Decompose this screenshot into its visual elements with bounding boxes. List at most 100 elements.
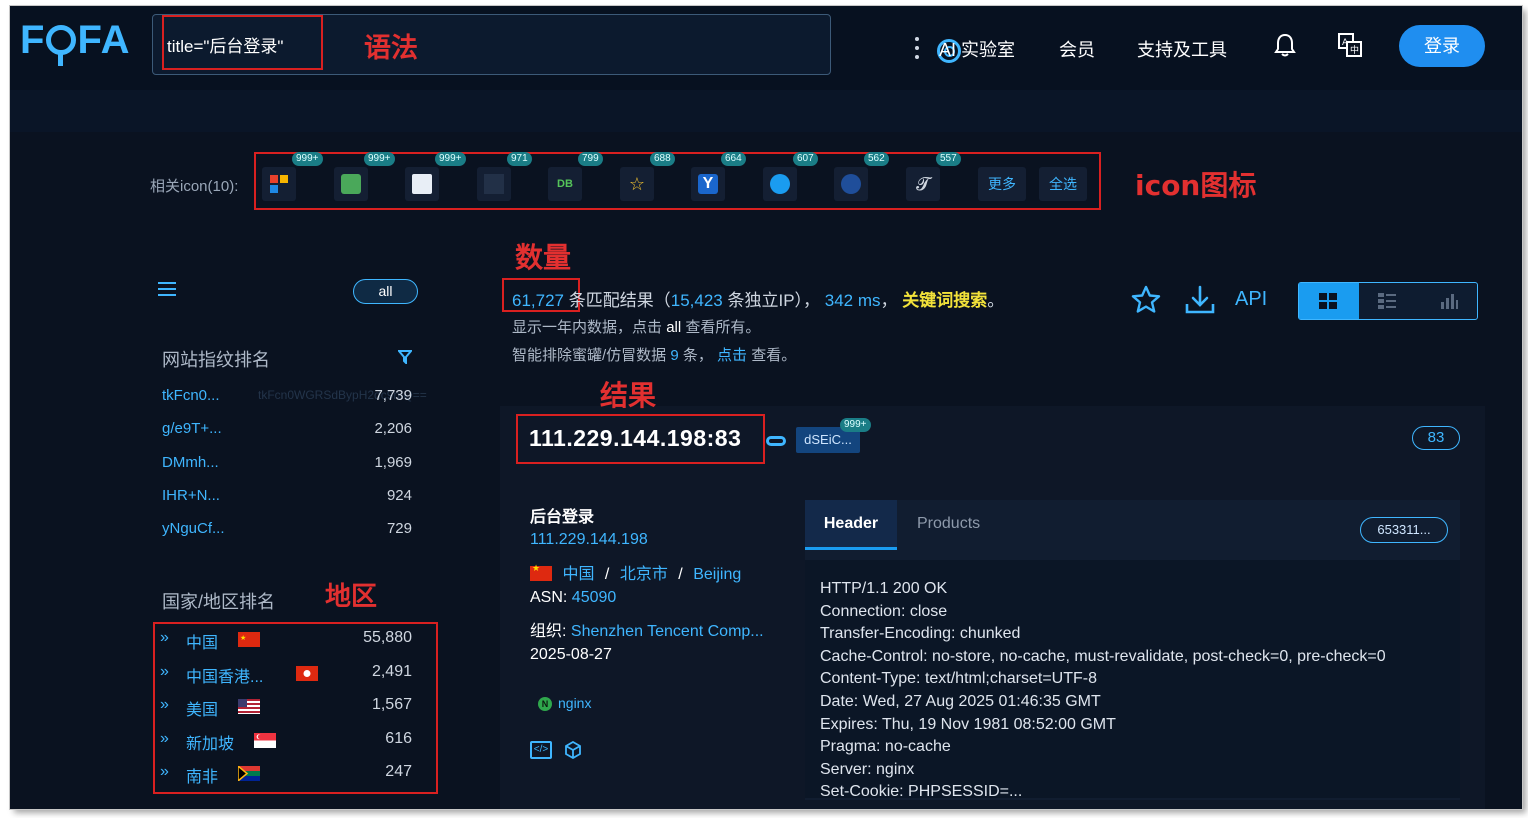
asn-row: ASN: 45090: [530, 589, 616, 607]
tab-header[interactable]: Header: [805, 500, 897, 550]
icon-count-badge: 999+: [292, 152, 323, 166]
summary-text: 。: [987, 291, 1005, 310]
cube-icon[interactable]: [564, 741, 582, 759]
stats-view-icon[interactable]: [1439, 292, 1459, 310]
script-t-icon: 𝓣: [916, 174, 930, 194]
country-item[interactable]: » 中国 ★ 55,880: [160, 628, 430, 652]
flag-sg-icon: [254, 732, 276, 748]
notice-text: 查看。: [751, 347, 797, 364]
login-button[interactable]: 登录: [1399, 25, 1485, 67]
fingerprint-count: 7,739: [374, 387, 412, 404]
related-icon-item[interactable]: [834, 167, 868, 201]
fingerprint-item[interactable]: g/e9T+...: [162, 420, 222, 437]
header-line: Transfer-Encoding: chunked: [820, 625, 1021, 643]
show-all-link[interactable]: all: [666, 319, 681, 336]
related-icon-item[interactable]: [477, 167, 511, 201]
annotation-label-syntax: 语法: [364, 33, 418, 64]
select-all-icons-button[interactable]: 全选: [1039, 167, 1087, 201]
related-icon-item[interactable]: [334, 167, 368, 201]
nav-ai-lab[interactable]: AI 实验室: [939, 36, 1015, 62]
country-item[interactable]: » 新加坡 616: [160, 729, 430, 753]
related-icons-label: 相关icon(10):: [150, 178, 239, 195]
summary-text: ，: [880, 291, 898, 310]
org-link[interactable]: Shenzhen Tencent Comp...: [571, 623, 764, 640]
flag-cn-icon: ★: [238, 632, 260, 647]
related-icon-item[interactable]: [763, 167, 797, 201]
cert-badge: 999+: [840, 418, 871, 432]
funnel-icon[interactable]: [398, 350, 412, 364]
svg-text:中: 中: [1350, 44, 1359, 56]
header-line: HTTP/1.1 200 OK: [820, 580, 948, 597]
annotation-label-count: 数量: [515, 241, 572, 274]
list-view-icon[interactable]: [1377, 292, 1397, 310]
api-link[interactable]: API: [1235, 288, 1267, 311]
result-host-link[interactable]: 111.229.144.198:83: [529, 425, 741, 452]
result-ip-link[interactable]: 111.229.144.198: [530, 531, 648, 549]
port-badge[interactable]: 83: [1412, 426, 1460, 450]
fingerprint-item[interactable]: yNguCf...: [162, 520, 225, 537]
view-honeypot-link[interactable]: 点击: [717, 347, 747, 364]
fingerprint-item[interactable]: DMmh...: [162, 454, 219, 471]
country-item[interactable]: » 南非 247: [160, 762, 430, 786]
server-tag[interactable]: Nnginx: [538, 695, 591, 711]
country-item[interactable]: » 中国香港... 2,491: [160, 662, 430, 686]
fingerprint-item[interactable]: tkFcn0...: [162, 387, 220, 404]
flag-za-icon: [237, 764, 260, 783]
related-icon-item[interactable]: ☆: [620, 167, 654, 201]
header-line: Content-Type: text/html;charset=UTF-8: [820, 670, 1097, 688]
filter-settings-icon[interactable]: [158, 282, 176, 300]
link-chain-icon[interactable]: [766, 436, 786, 446]
related-icon-item[interactable]: Y: [691, 167, 725, 201]
translate-icon[interactable]: A 中: [1337, 32, 1363, 58]
annotation-label-region: 地区: [325, 582, 378, 612]
header-line: Set-Cookie: PHPSESSID=...: [820, 783, 1023, 798]
fingerprint-rank-title: 网站指纹排名: [162, 350, 270, 370]
city-link[interactable]: 北京市: [620, 566, 668, 583]
bell-icon[interactable]: [1273, 32, 1297, 58]
notice-text: 条，: [682, 347, 713, 364]
all-data-button[interactable]: all: [353, 279, 418, 304]
fingerprint-item[interactable]: IHR+N...: [162, 487, 220, 504]
asn-link[interactable]: 45090: [572, 589, 617, 606]
chevron-right-icon: »: [160, 662, 169, 680]
chat-bubble-icon: [770, 174, 790, 194]
icon-count-badge: 971: [507, 152, 532, 166]
summary-text: 条匹配结果（: [568, 291, 671, 310]
related-icon-item[interactable]: [405, 167, 439, 201]
header-line: Expires: Thu, 19 Nov 1981 08:52:00 GMT: [820, 715, 1116, 733]
related-icon-item[interactable]: [262, 167, 296, 201]
chevron-right-icon: »: [160, 763, 169, 780]
icon-count-badge: 607: [793, 152, 818, 166]
more-icons-button[interactable]: 更多: [978, 167, 1026, 201]
honeypot-notice: 智能排除蜜罐/仿冒数据 9 条， 点击 查看。: [512, 344, 796, 365]
flag-hk-icon: [296, 665, 318, 681]
hash-badge[interactable]: 653311...: [1360, 517, 1448, 543]
location-separator: /: [678, 566, 683, 583]
related-icon-item[interactable]: DB: [548, 167, 582, 201]
fingerprint-count: 924: [386, 486, 412, 504]
china-flag-icon: [530, 563, 552, 581]
result-location: 中国 / 北京市 / Beijing: [530, 560, 741, 584]
grid-view-button[interactable]: [1299, 283, 1359, 319]
country-link[interactable]: 中国: [562, 566, 594, 583]
more-options-icon[interactable]: [911, 37, 923, 63]
fofa-logo[interactable]: F FA: [20, 18, 131, 66]
nav-support-tools[interactable]: 支持及工具: [1137, 36, 1227, 62]
yellow-app-icon: Y: [698, 174, 718, 194]
country-count: 616: [385, 729, 412, 747]
icon-count-badge: 999+: [435, 152, 466, 166]
favorite-star-icon[interactable]: [1130, 284, 1162, 316]
header-line: Cache-Control: no-store, no-cache, must-…: [820, 647, 1386, 665]
related-icon-item[interactable]: 𝓣: [906, 167, 940, 201]
download-icon[interactable]: [1183, 284, 1217, 316]
keyword-search-link[interactable]: 关键词搜索: [902, 291, 987, 310]
icon-count-badge: 562: [864, 152, 889, 166]
nav-member[interactable]: 会员: [1059, 36, 1095, 62]
country-item[interactable]: » 美国 1,567: [160, 695, 430, 719]
tab-products[interactable]: Products: [917, 515, 980, 533]
svg-text:★: ★: [240, 634, 246, 642]
icon-count-badge: 664: [721, 152, 746, 166]
country-name: 美国: [186, 702, 219, 719]
code-view-icon[interactable]: </>: [530, 741, 552, 759]
city-en-link[interactable]: Beijing: [693, 566, 741, 583]
